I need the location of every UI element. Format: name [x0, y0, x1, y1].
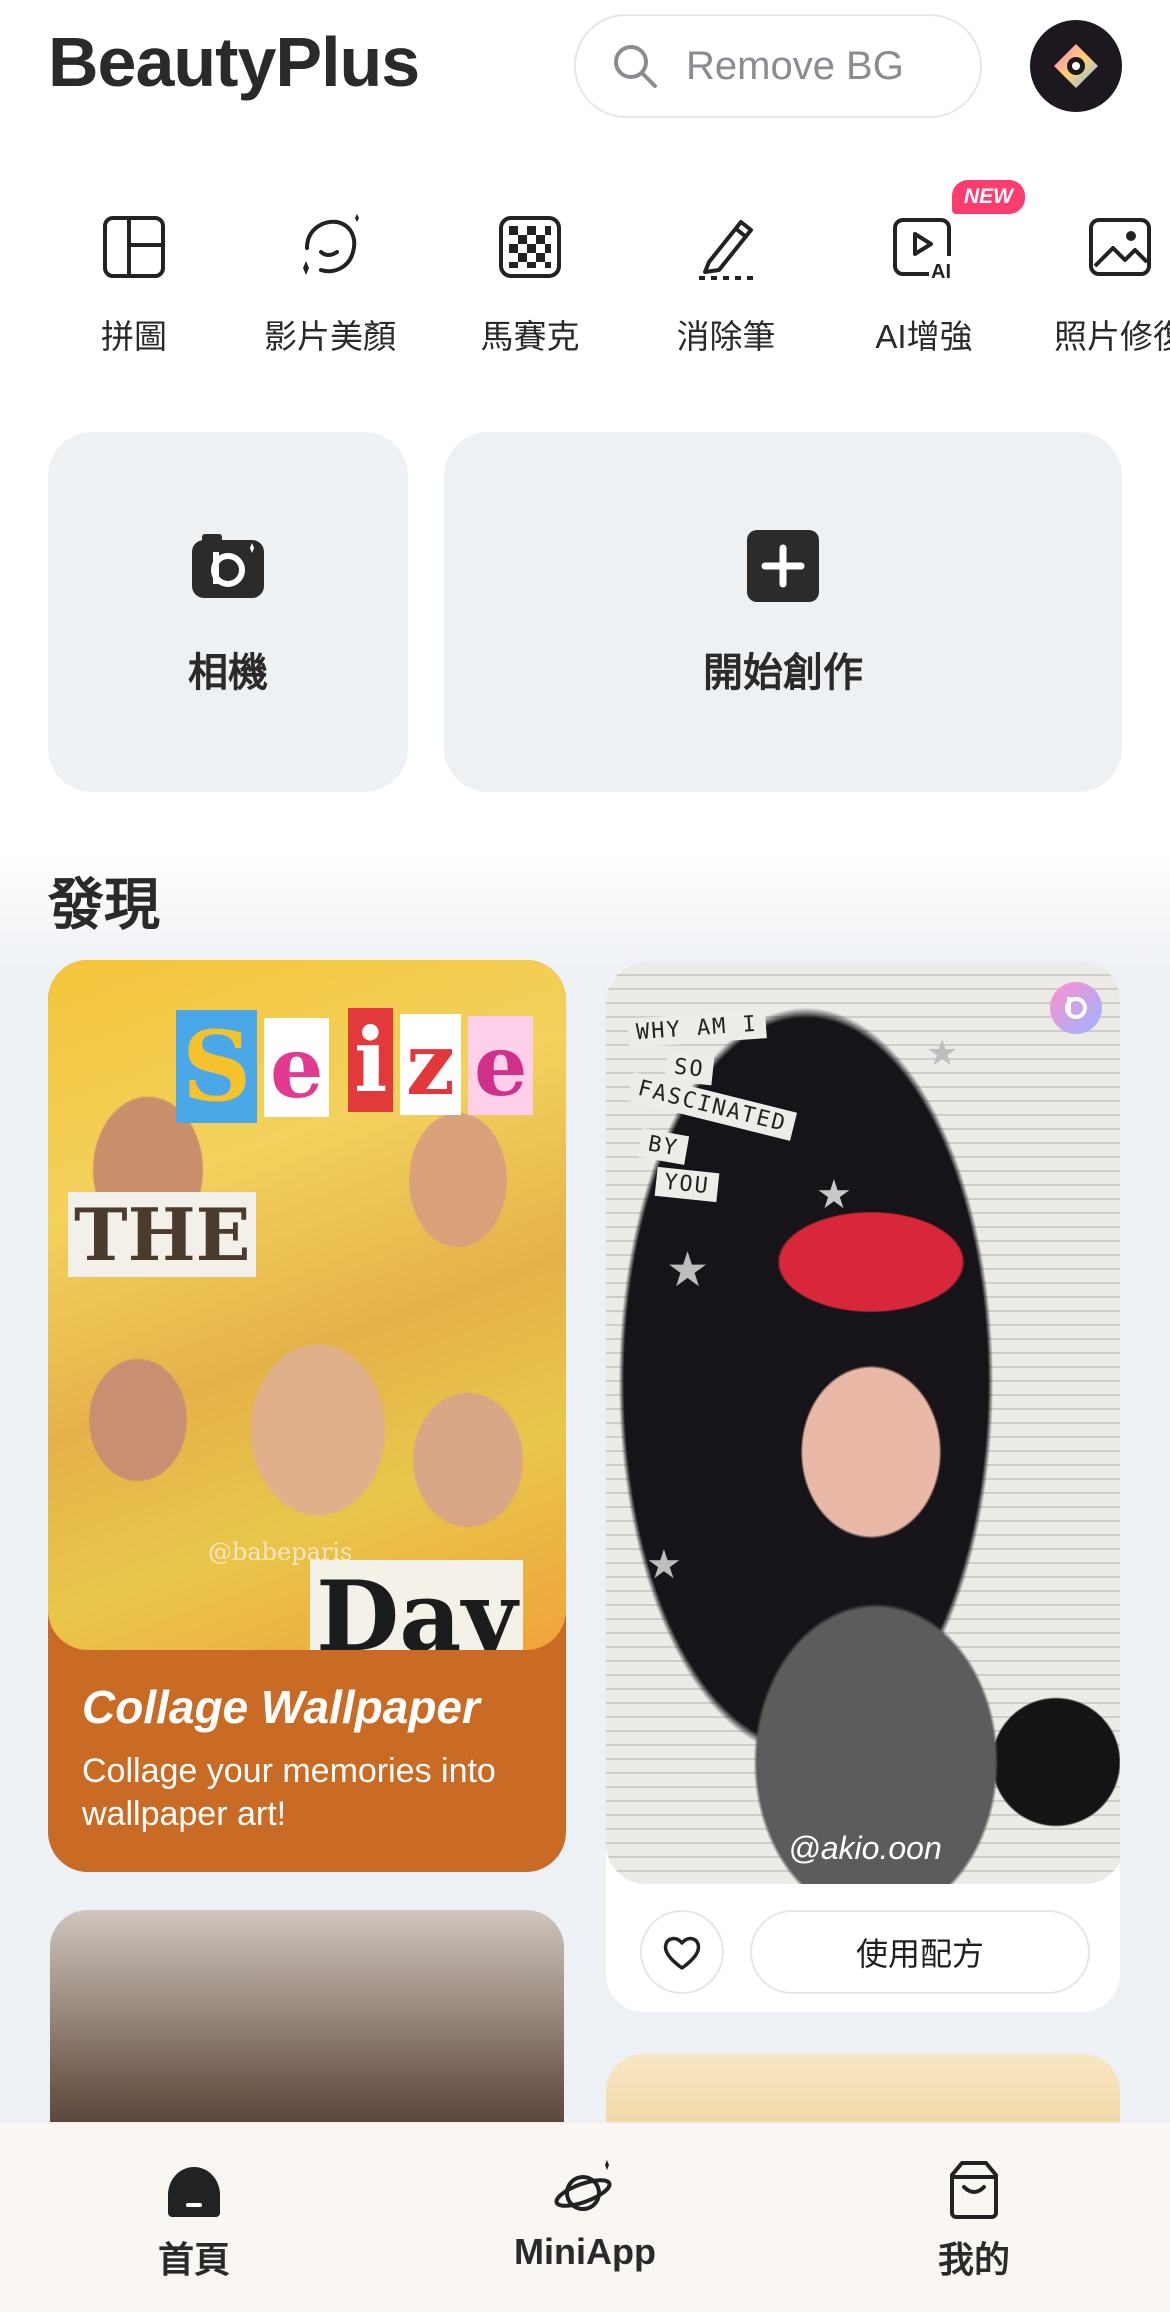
collage-wallpaper-card[interactable]: S e i z e THE Day @babeparis Collage Wal… — [48, 960, 566, 1872]
nav-home[interactable]: 首頁 — [94, 2157, 294, 2283]
tool-label: 消除筆 — [676, 318, 776, 355]
tool-label: 馬賽克 — [480, 318, 580, 355]
cutout-letter: e — [264, 1018, 330, 1117]
note-line: BY — [637, 1128, 689, 1165]
nav-miniapp-label: MiniApp — [514, 2231, 656, 2272]
discover-title: 發現 — [48, 873, 160, 936]
face-sparkle-icon — [303, 214, 359, 275]
tool-collage[interactable]: 拼圖 — [44, 200, 224, 370]
cutout-word: Day — [310, 1560, 524, 1650]
star-icon: ★ — [666, 1244, 710, 1297]
tool-ai-enhance[interactable]: NEW AI AI增強 — [834, 180, 1025, 370]
collage-text: Collage Wallpaper Collage your memories … — [48, 1650, 566, 1865]
svg-text:AI: AI — [931, 261, 951, 282]
note-line: WHY AM I — [627, 1009, 767, 1048]
tool-photo-repair[interactable]: 照片修復 — [1030, 200, 1170, 370]
photo-repair-icon — [1089, 218, 1151, 276]
beautyplus-logo-icon — [1054, 44, 1098, 88]
avatar[interactable] — [1030, 20, 1122, 112]
cutout-letter: S — [176, 1010, 258, 1123]
note-line: SO — [664, 1051, 714, 1086]
planet-icon — [554, 2160, 612, 2211]
like-button[interactable] — [640, 1910, 724, 1994]
nav-mine[interactable]: 我的 — [874, 2157, 1074, 2283]
tool-mosaic[interactable]: 馬賽克 — [440, 200, 620, 370]
tool-video-beauty[interactable]: 影片美顏 — [240, 200, 420, 370]
star-icon: ★ — [926, 1032, 959, 1073]
ai-enhance-icon: AI — [893, 218, 957, 282]
mosaic-icon — [499, 216, 561, 278]
tool-label: 拼圖 — [101, 318, 167, 355]
cutout-letter: z — [400, 1014, 461, 1115]
creator-handle: @akio.oon — [788, 1830, 942, 1866]
nav-mine-label: 我的 — [937, 2239, 1010, 2280]
collage-card-title: Collage Wallpaper — [82, 1681, 480, 1733]
search-placeholder: Remove BG — [686, 43, 904, 88]
start-create-label: 開始創作 — [703, 651, 863, 695]
cutout-letter: e — [468, 1016, 534, 1115]
nav-miniapp[interactable]: MiniApp — [485, 2157, 685, 2273]
collage-image: S e i z e THE Day @babeparis — [48, 960, 566, 1650]
tool-label: 照片修復 — [1054, 318, 1170, 355]
tool-label: 影片美顏 — [264, 318, 396, 355]
bottom-nav: 首頁 MiniApp 我的 — [0, 2122, 1170, 2312]
use-recipe-button[interactable]: 使用配方 — [750, 1910, 1090, 1994]
camera-card[interactable]: 相機 — [48, 432, 408, 792]
cutout-letter: i — [348, 1008, 394, 1112]
eraser-pen-icon — [699, 220, 753, 280]
search-icon — [614, 45, 657, 88]
start-create-card[interactable]: 開始創作 — [444, 432, 1122, 792]
star-icon: ★ — [646, 1543, 682, 1587]
nav-home-label: 首頁 — [157, 2239, 230, 2280]
watermark: @babeparis — [208, 1538, 353, 1566]
camera-label: 相機 — [188, 651, 268, 695]
cutout-word: THE — [68, 1192, 257, 1277]
collage-grid-icon — [103, 216, 165, 278]
plus-square-icon — [747, 530, 819, 602]
heart-icon — [663, 1936, 701, 1970]
header: BeautyPlus Remove BG — [0, 0, 1170, 140]
home-icon — [168, 2167, 220, 2217]
camera-icon — [192, 534, 264, 598]
app-title: BeautyPlus — [48, 23, 420, 101]
new-badge: NEW — [952, 180, 1025, 214]
tools-row: 拼圖 影片美顏 馬賽克 消除筆 NEW AI AI增強 照片修復 — [0, 180, 1170, 380]
star-icon: ★ — [816, 1173, 852, 1217]
tool-label: AI增強 — [875, 318, 973, 355]
recipe-image: WHY AM I SO FASCINATED BY YOU ★ ★ ★ ★ @a… — [606, 962, 1120, 1884]
recipe-card[interactable]: WHY AM I SO FASCINATED BY YOU ★ ★ ★ ★ @a… — [604, 960, 1122, 2014]
beautyplus-badge-icon — [1050, 982, 1102, 1034]
bag-icon — [950, 2161, 998, 2219]
note-line: YOU — [654, 1166, 720, 1203]
collage-card-subtitle: Collage your memories into wallpaper art… — [82, 1752, 496, 1833]
search-bar[interactable]: Remove BG — [574, 14, 982, 118]
tool-eraser[interactable]: 消除筆 — [636, 200, 816, 370]
